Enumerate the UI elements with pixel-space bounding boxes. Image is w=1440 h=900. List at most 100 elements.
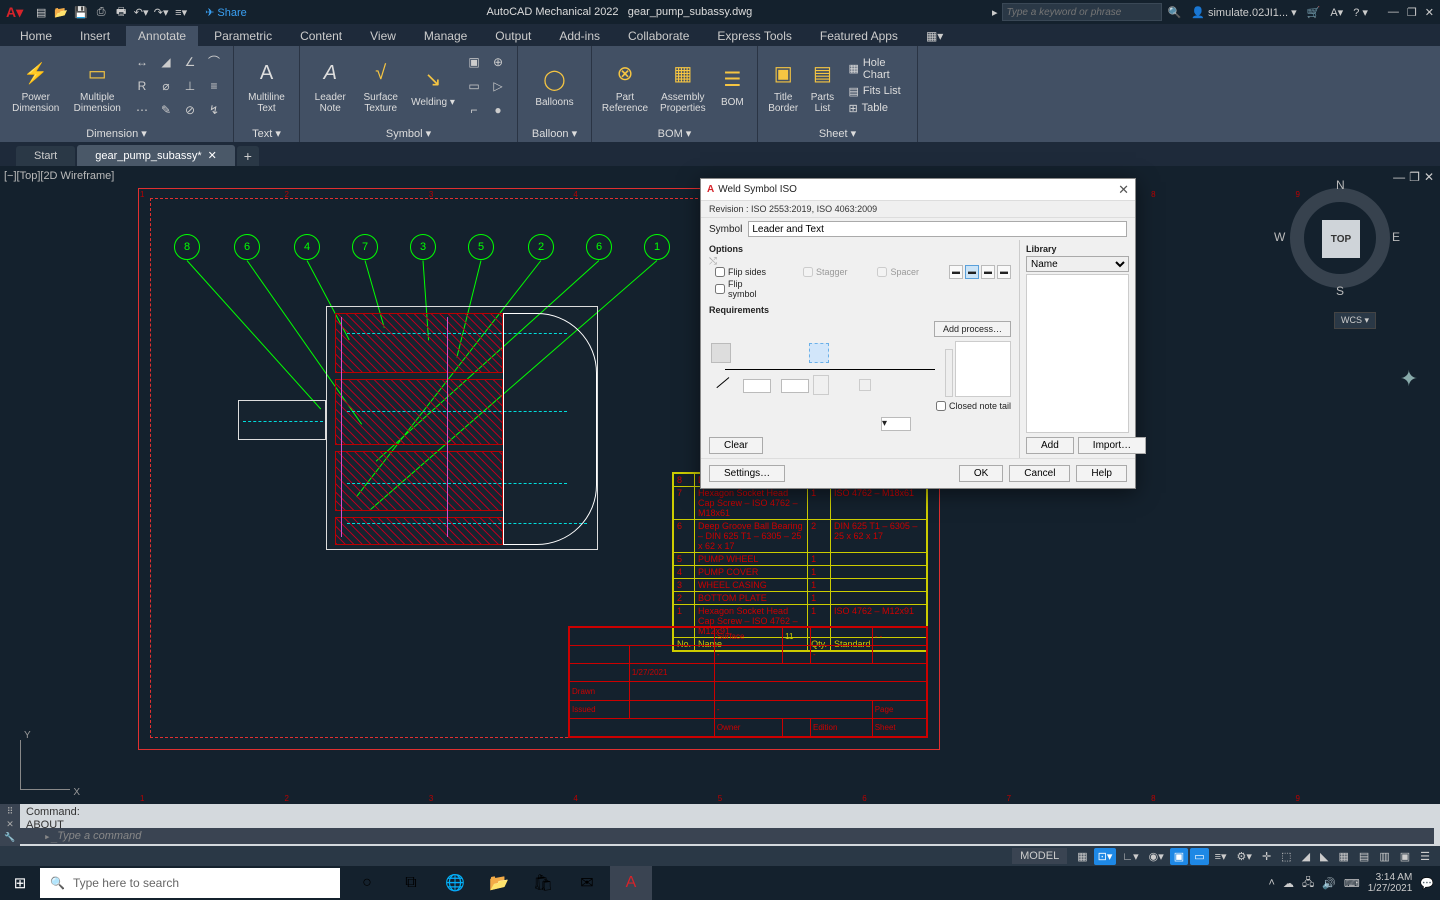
balloon[interactable]: 4 <box>294 234 320 260</box>
saveas-icon[interactable]: ⎙ <box>93 4 109 20</box>
taper-icon[interactable]: ▷ <box>487 75 509 97</box>
closed-note-checkbox[interactable]: Closed note tail <box>936 401 1011 411</box>
qat-more-icon[interactable]: ≡▾ <box>173 4 189 20</box>
dim-tools[interactable]: ↔◢∠⌒ R⌀⊥≡ ⋯✎⊘↯ <box>131 51 225 121</box>
dim-radius-icon[interactable]: R <box>131 75 153 97</box>
dim-ord-icon[interactable]: ⊥ <box>179 75 201 97</box>
fits-list-button[interactable]: ▤ Fits List <box>844 84 909 99</box>
tab-manage[interactable]: Manage <box>412 26 479 46</box>
viewport-label[interactable]: [−][Top][2D Wireframe] <box>4 170 114 182</box>
part-ref-button[interactable]: ⊗Part Reference <box>600 58 650 114</box>
wcs-menu[interactable]: WCS ▾ <box>1334 312 1376 329</box>
title-border-button[interactable]: ▣Title Border <box>766 58 800 114</box>
dim-base-icon[interactable]: ≡ <box>203 75 225 97</box>
title-block[interactable]: Surface11- - -- 1/27/2021 Drawn Issued-P… <box>568 626 928 738</box>
ok-button[interactable]: OK <box>959 465 1003 482</box>
osnap-icon[interactable]: ▣ <box>1170 848 1188 865</box>
vp-close-icon[interactable]: ✕ <box>1424 170 1434 184</box>
balloon[interactable]: 1 <box>644 234 670 260</box>
ident-2-icon[interactable]: ▬ <box>965 265 979 279</box>
app-menu-icon[interactable]: A▾ <box>1330 6 1343 19</box>
app-logo[interactable]: A▾ <box>0 4 29 21</box>
weld-input-1[interactable] <box>743 379 771 393</box>
a2-icon[interactable]: ◣ <box>1316 848 1332 865</box>
tab-annotate[interactable]: Annotate <box>126 26 198 46</box>
ident-1-icon[interactable]: ▬ <box>949 265 963 279</box>
stagger-checkbox[interactable]: Stagger <box>803 267 848 277</box>
multiple-dimension-button[interactable]: ▭Multiple Dimension <box>70 58 126 114</box>
viewcube-w[interactable]: W <box>1274 230 1285 244</box>
tab-start[interactable]: Start <box>16 146 75 166</box>
bom-button[interactable]: ☰BOM <box>716 63 749 108</box>
tab-model[interactable]: Model <box>12 847 70 865</box>
tab-parametric[interactable]: Parametric <box>202 26 284 46</box>
store-icon[interactable]: 🛍 <box>522 866 564 900</box>
a5-icon[interactable]: ▥ <box>1375 848 1393 865</box>
flip-symbol-checkbox[interactable]: Flip symbol <box>715 279 773 299</box>
dim-dia-icon[interactable]: ⌀ <box>155 75 177 97</box>
multiline-text-button[interactable]: AMultiline Text <box>242 58 291 114</box>
table-row[interactable]: 4PUMP COVER1 <box>674 566 927 579</box>
add-button[interactable]: Add <box>1026 437 1074 454</box>
explorer-icon[interactable]: 📂 <box>478 866 520 900</box>
symbol-field[interactable] <box>748 221 1127 237</box>
datum-tgt-icon[interactable]: ⊕ <box>487 51 509 73</box>
gear-icon[interactable]: ⚙▾ <box>1233 848 1256 865</box>
clock[interactable]: 3:14 AM1/27/2021 <box>1368 872 1413 894</box>
cortana-icon[interactable]: ○ <box>346 866 388 900</box>
tab-more-icon[interactable]: ▦▾ <box>914 26 955 46</box>
dim-edit-icon[interactable]: ✎ <box>155 99 177 121</box>
spacer-checkbox[interactable]: Spacer <box>877 267 919 277</box>
add-layout-button[interactable]: + <box>210 847 235 865</box>
start-button[interactable]: ⊞ <box>0 866 40 900</box>
parts-list-table[interactable]: 8DRIVE SHAFT1 7Hexagon Socket Head Cap S… <box>672 472 928 652</box>
help-icon[interactable]: ? ▾ <box>1353 6 1368 19</box>
iso-icon[interactable]: ⬚ <box>1277 848 1295 865</box>
cart-icon[interactable]: 🛒 <box>1307 6 1321 19</box>
new-tab-button[interactable]: + <box>237 146 259 166</box>
viewcube-n[interactable]: N <box>1336 178 1345 192</box>
datum-id-icon[interactable]: ▣ <box>463 51 485 73</box>
settings-button[interactable]: Settings… <box>709 465 785 482</box>
customize-icon[interactable]: ☰ <box>1416 848 1434 865</box>
surface-texture-button[interactable]: √Surface Texture <box>358 58 402 114</box>
panel-sheet-label[interactable]: Sheet ▾ <box>758 125 917 142</box>
identification-buttons[interactable]: ▬ ▬ ▬ ▬ <box>949 265 1011 279</box>
weld-type-selector[interactable] <box>809 343 829 363</box>
viewcube-s[interactable]: S <box>1336 284 1344 298</box>
dim-jog-icon[interactable]: ↯ <box>203 99 225 121</box>
side-toggle-icon[interactable]: ⤭ <box>709 256 717 267</box>
ident-3-icon[interactable]: ▬ <box>981 265 995 279</box>
tab-layout2[interactable]: Layout2 <box>141 847 208 865</box>
allround-button[interactable] <box>711 343 731 363</box>
edge-icon[interactable]: 🌐 <box>434 866 476 900</box>
panel-dimension-label[interactable]: Dimension ▾ <box>0 125 233 142</box>
tab-home[interactable]: Home <box>8 26 64 46</box>
balloons-button[interactable]: ◯Balloons <box>526 63 583 108</box>
tab-addins[interactable]: Add-ins <box>547 26 612 46</box>
dim-break-icon[interactable]: ⊘ <box>179 99 201 121</box>
tray-cloud-icon[interactable]: ☁ <box>1283 877 1294 890</box>
minimize-icon[interactable]: — <box>1388 6 1399 19</box>
share-link[interactable]: ✈ Share <box>205 6 247 19</box>
command-input[interactable]: ▸_ Type a command <box>20 828 1434 844</box>
symbol-tools[interactable]: ▣⊕ ▭▷ ⌐● <box>463 51 509 121</box>
balloon[interactable]: 5 <box>468 234 494 260</box>
table-row[interactable]: 6Deep Groove Ball Bearing – DIN 625 T1 –… <box>674 520 927 553</box>
flip-sides-checkbox[interactable]: Flip sides <box>715 267 773 277</box>
panel-symbol-label[interactable]: Symbol ▾ <box>300 125 517 142</box>
polar-icon[interactable]: ◉▾ <box>1145 848 1168 865</box>
grid-icon[interactable]: ▦ <box>1073 848 1091 865</box>
tab-insert[interactable]: Insert <box>68 26 122 46</box>
balloon[interactable]: 6 <box>234 234 260 260</box>
dim-linear-icon[interactable]: ↔ <box>131 51 153 73</box>
balloon[interactable]: 6 <box>586 234 612 260</box>
dialog-close-icon[interactable]: ✕ <box>1118 182 1129 198</box>
mail-icon[interactable]: ✉ <box>566 866 608 900</box>
tail-combo[interactable]: ▾ <box>881 417 911 431</box>
leader-note-button[interactable]: ALeader Note <box>308 58 352 114</box>
taskbar-search[interactable]: 🔍Type here to search <box>40 868 340 898</box>
viewcube-top[interactable]: TOP <box>1322 220 1360 258</box>
modelspace-button[interactable]: MODEL <box>1012 848 1067 864</box>
weld-symbol-selector[interactable] <box>813 375 829 395</box>
